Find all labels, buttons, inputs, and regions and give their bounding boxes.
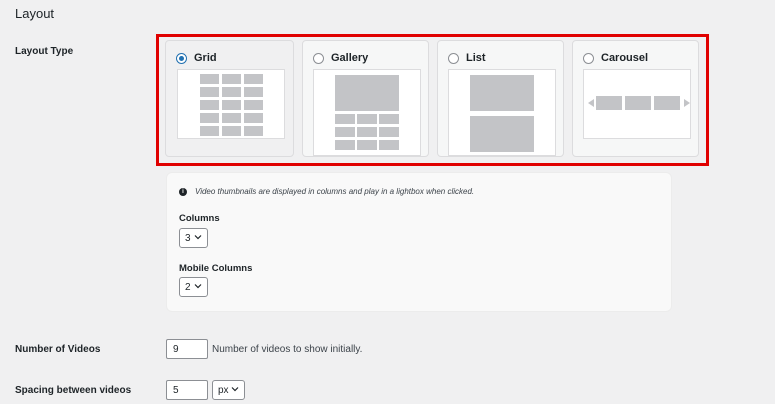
columns-label: Columns	[179, 213, 220, 224]
section-title: Layout	[15, 6, 55, 21]
number-of-videos-label: Number of Videos	[15, 344, 101, 355]
spacing-unit-select[interactable]: px	[212, 380, 245, 400]
mobile-columns-value: 2	[185, 281, 191, 293]
chevron-down-icon	[194, 235, 202, 240]
number-of-videos-value: 9	[173, 343, 179, 355]
spacing-label: Spacing between videos	[15, 385, 132, 396]
mobile-columns-label: Mobile Columns	[179, 263, 253, 274]
info-icon: i	[179, 187, 187, 196]
chevron-down-icon	[231, 387, 239, 392]
chevron-down-icon	[194, 284, 202, 289]
layout-type-highlight	[156, 34, 709, 166]
columns-value: 3	[185, 232, 191, 244]
columns-select[interactable]: 3	[179, 228, 208, 248]
mobile-columns-select[interactable]: 2	[179, 277, 208, 297]
layout-type-label: Layout Type	[15, 46, 74, 57]
info-description: Video thumbnails are displayed in column…	[195, 187, 475, 196]
spacing-value: 5	[173, 384, 179, 396]
number-of-videos-help: Number of videos to show initially.	[212, 344, 363, 355]
spacing-unit-value: px	[218, 384, 229, 396]
spacing-input[interactable]: 5	[166, 380, 208, 400]
grid-settings-panel: i Video thumbnails are displayed in colu…	[166, 172, 672, 312]
number-of-videos-input[interactable]: 9	[166, 339, 208, 359]
